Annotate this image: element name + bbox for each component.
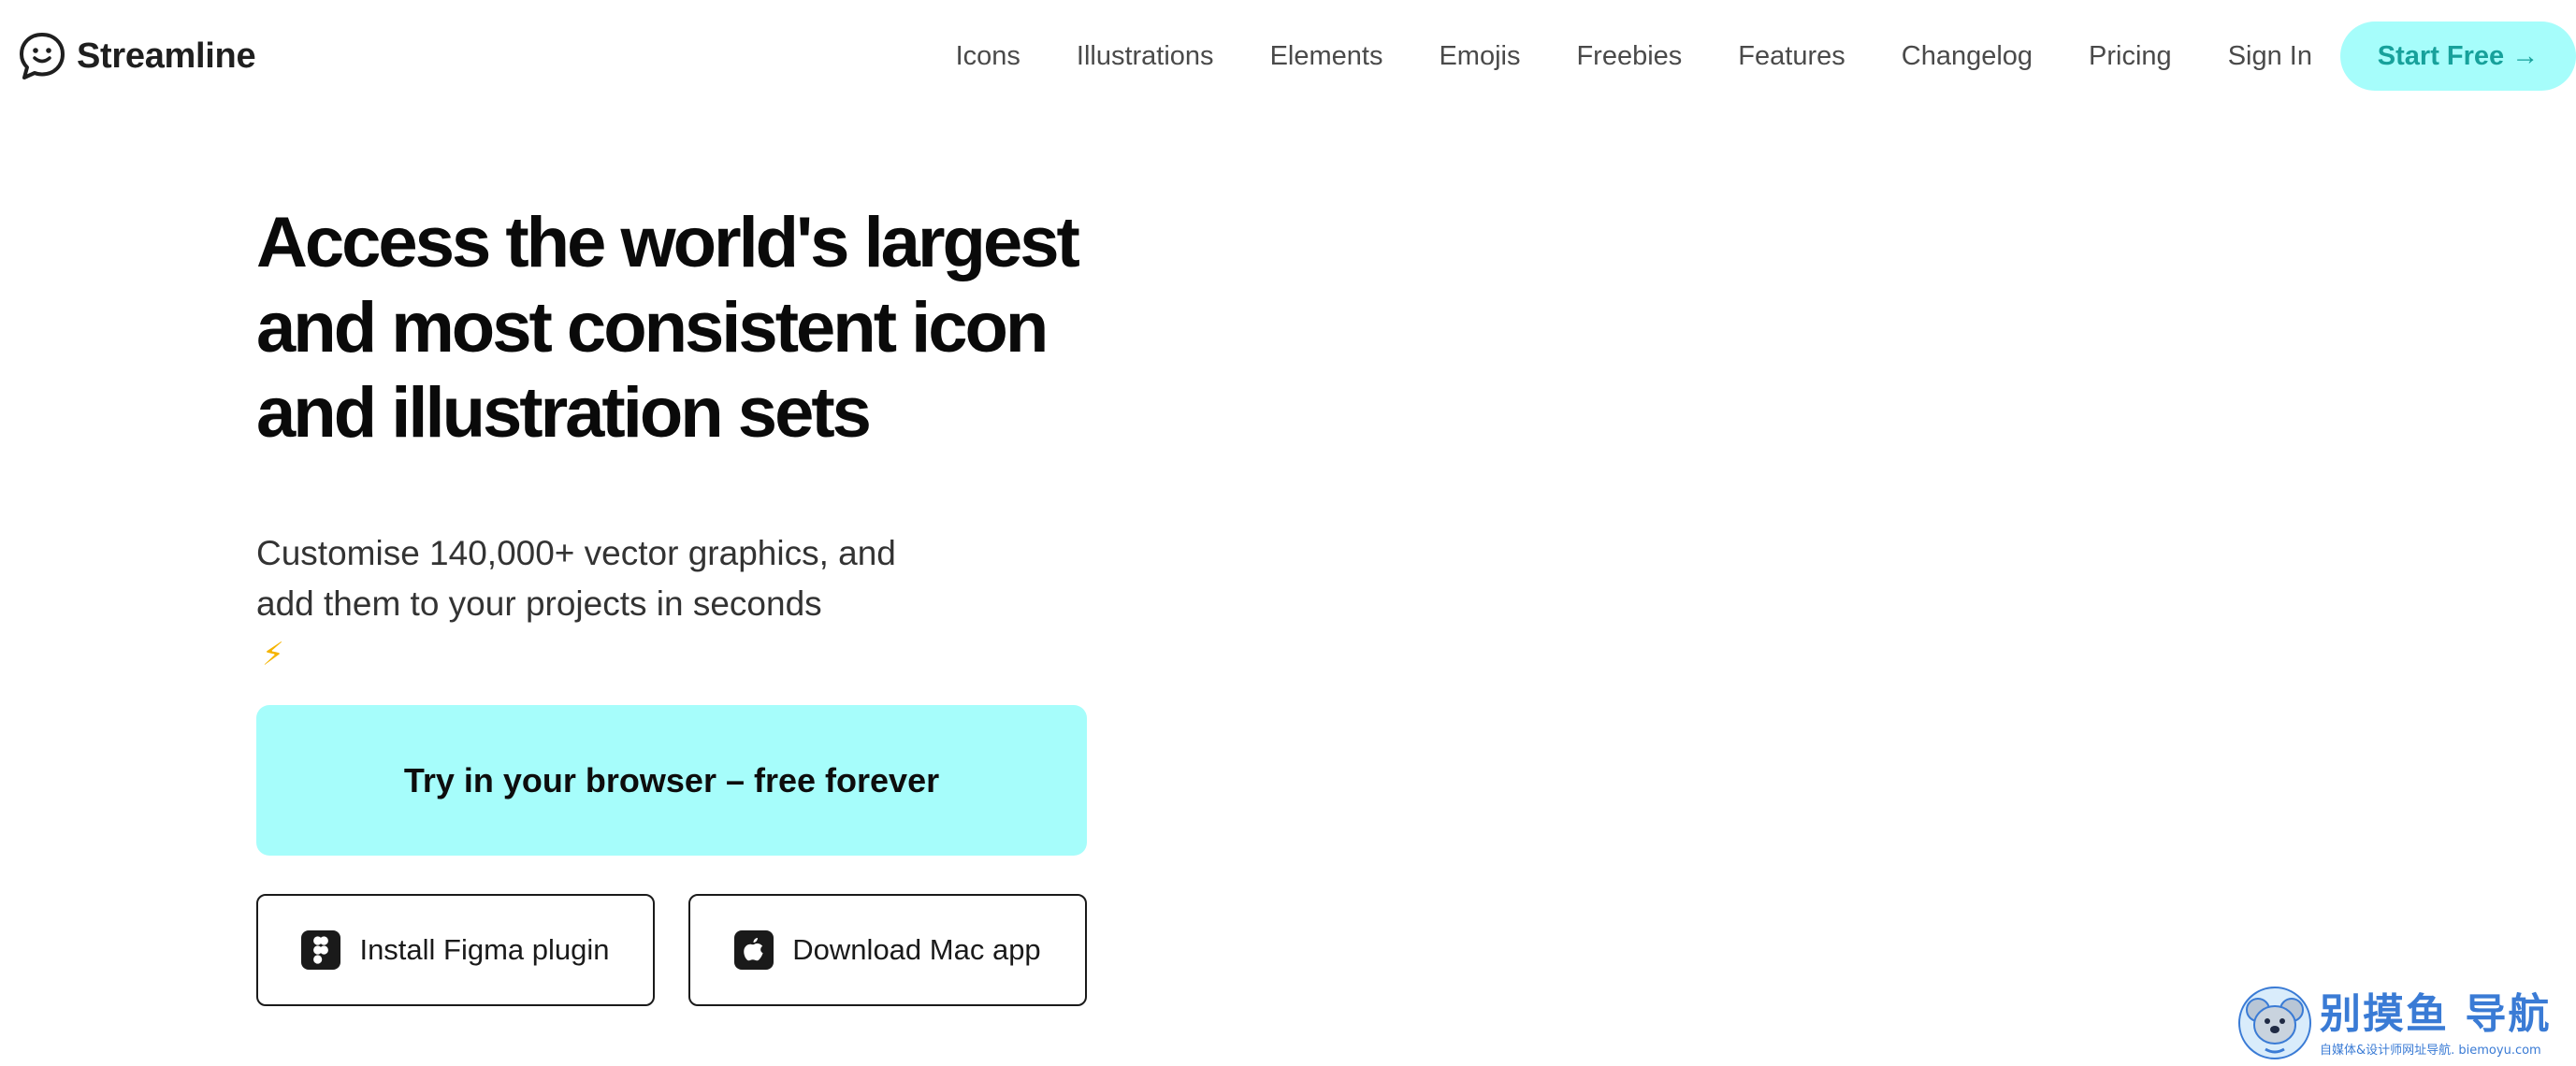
nav-item-pricing[interactable]: Pricing [2089, 41, 2172, 72]
nav-item-freebies[interactable]: Freebies [1576, 41, 1682, 72]
hero-subtitle: Customise 140,000+ vector graphics, and … [256, 528, 1098, 680]
page: Streamline Icons Illustrations Elements … [0, 0, 2576, 1066]
arrow-right-icon: → [2511, 40, 2540, 71]
sign-in-link[interactable]: Sign In [2228, 41, 2312, 72]
apple-icon [734, 930, 774, 970]
try-in-browser-button[interactable]: Try in your browser – free forever [256, 705, 1087, 856]
lightning-icon: ⚡ [262, 637, 284, 672]
hero-title-line: and illustration sets [256, 373, 872, 453]
nav-item-changelog[interactable]: Changelog [1902, 41, 2033, 72]
start-free-label: Start Free [2377, 40, 2505, 71]
hero-title: Access the world's largest and most cons… [256, 200, 1192, 455]
watermark: 别摸鱼 导航 自媒体&设计师网址导航. biemoyu.com [2237, 984, 2565, 1060]
site-header: Streamline Icons Illustrations Elements … [0, 0, 2576, 112]
install-figma-plugin-button[interactable]: Install Figma plugin [256, 894, 655, 1006]
nav-item-elements[interactable]: Elements [1270, 41, 1383, 72]
main-nav: Icons Illustrations Elements Emojis Free… [956, 21, 2576, 92]
start-free-button[interactable]: Start Free → [2340, 22, 2576, 91]
hero-title-line: Access the world's largest [256, 203, 1080, 282]
nav-item-emojis[interactable]: Emojis [1439, 41, 1520, 72]
nav-item-icons[interactable]: Icons [956, 41, 1020, 72]
install-figma-plugin-label: Install Figma plugin [359, 933, 610, 966]
download-mac-app-label: Download Mac app [792, 933, 1041, 966]
hero-subtitle-text: add them to your projects in seconds [256, 584, 822, 623]
watermark-subtitle: 自媒体&设计师网址导航. biemoyu.com [2320, 1044, 2541, 1058]
watermark-title: 别摸鱼 导航 [2320, 990, 2552, 1038]
brand-logo-link[interactable]: Streamline [17, 28, 256, 84]
chat-bubble-face-icon [20, 33, 65, 79]
figma-icon [301, 930, 341, 970]
brand-name: Streamline [77, 36, 256, 76]
hero-title-line: and most consistent icon [256, 288, 1049, 367]
download-mac-app-button[interactable]: Download Mac app [688, 894, 1087, 1006]
nav-item-illustrations[interactable]: Illustrations [1077, 41, 1214, 72]
try-in-browser-label: Try in your browser – free forever [403, 760, 940, 800]
koala-mascot-icon [2238, 987, 2311, 1059]
hero-subtitle-line: add them to your projects in seconds ⚡ [256, 579, 1098, 680]
hero-subtitle-line: Customise 140,000+ vector graphics, and [256, 534, 896, 572]
nav-item-features[interactable]: Features [1738, 41, 1845, 72]
